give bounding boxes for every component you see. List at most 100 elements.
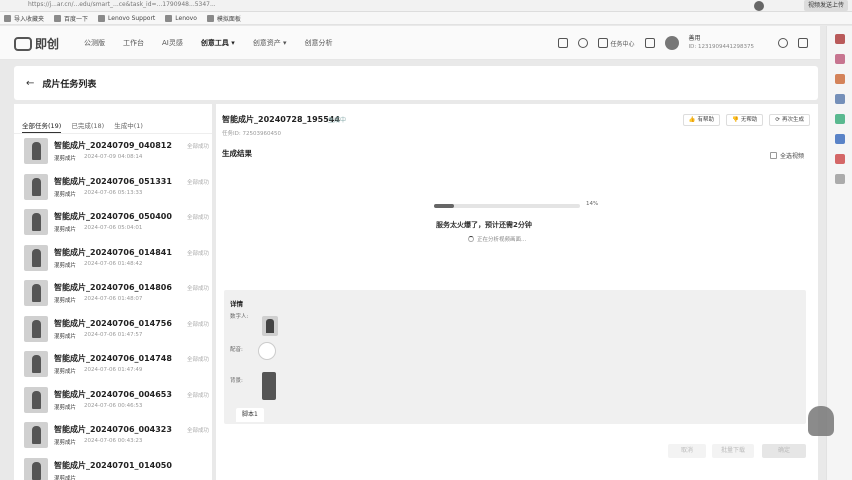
task-date: 2024-07-06 01:48:07 [84,296,143,302]
back-arrow-icon[interactable]: ← [26,78,34,89]
voiceover-icon[interactable] [258,342,276,360]
bookmark-item[interactable]: 导入收藏夹 [4,14,44,23]
task-type: 混剪成片 [54,262,77,269]
status-badge: 全部成功 [187,179,210,186]
list-item[interactable]: 智能成片_20240706_051331 混剪成片 2024-07-06 05:13… [24,173,210,202]
task-detail-panel: 智能成片_20240728_195544 生成中 任务ID: 725039604… [216,104,818,480]
extension-button[interactable]: 视频发送上传 [803,0,848,11]
avatar[interactable] [664,36,679,50]
bag-icon[interactable] [835,54,845,64]
grid-icon[interactable] [798,38,808,48]
task-center-button[interactable]: 任务中心 [597,38,635,48]
list-item[interactable]: 智能成片_20240706_004323 混剪成片 2024-07-06 00:43… [24,422,210,450]
nav-ai-inspiration[interactable]: AI灵感 [162,38,183,48]
task-name: 智能成片_20240706_014806 [54,283,172,292]
list-item[interactable]: 智能成片_20240701_014050 混剪成片 [24,457,210,480]
bookmark-item[interactable]: 模拟面板 [206,14,241,23]
user-info[interactable]: 善用 ID: 1231909441298375 [689,35,754,51]
task-id: 任务ID: 72503960450 [222,131,281,137]
url-bar[interactable]: https://j...ar.cn/...edu/smart_...ce&tas… [28,0,668,10]
tab-generating[interactable]: 生成中(1) [114,120,143,133]
nav-workbench[interactable]: 工作台 [123,38,144,48]
progress-message: 服务太火爆了，预计还需2分钟 [436,221,532,229]
list-item[interactable]: 智能成片_20240706_014748 混剪成片 2024-07-06 01:47… [24,351,210,379]
tab-script-1[interactable]: 脚本1 [236,408,264,422]
list-item[interactable]: 智能成片_20240709_040812 混剪成片 2024-07-09 04:08… [24,138,210,166]
list-item[interactable]: 智能成片_20240706_050400 混剪成片 2024-07-06 05:04… [24,209,210,237]
search-icon[interactable] [835,34,845,44]
thumbs-down-icon: 👎 [732,116,739,123]
task-name: 智能成片_20240706_014841 [54,247,172,257]
lenovo-icon [165,14,173,22]
regenerate-button[interactable]: ⟳ 再次生成 [769,114,810,126]
task-date: 2024-07-06 05:13:33 [84,189,143,196]
status-badge: 生成中 [328,117,347,124]
nav-creative-tools[interactable]: 创意工具 ▾ [201,38,235,48]
video-thumbnail [24,173,48,200]
office-icon[interactable] [835,154,845,164]
video-thumbnail [24,138,48,164]
bookmark-item[interactable]: 百度一下 [54,14,88,23]
page-header: ← 成片任务列表 [14,66,818,100]
cancel-button[interactable]: 取消 [668,444,706,458]
list-item[interactable]: 智能成片_20240706_014756 混剪成片 2024-07-06 01:47… [24,315,210,344]
video-thumbnail [24,457,48,480]
task-date: 2024-07-06 00:46:53 [84,402,143,409]
footer-actions: 取消 批量下载 确定 [216,438,818,466]
folder-icon [206,14,214,22]
extension-avatar-icon[interactable] [754,1,764,11]
tools-icon[interactable] [557,38,568,48]
person-icon[interactable] [835,94,845,104]
add-icon[interactable] [835,174,845,184]
task-date: 2024-07-06 01:47:57 [84,331,143,338]
list-item[interactable]: 智能成片_20240706_014841 混剪成片 2024-07-06 01:48… [24,244,210,273]
task-date: 2024-07-06 01:47:49 [84,367,143,373]
task-type: 混剪成片 [54,404,77,411]
confirm-button[interactable]: 确定 [762,444,806,458]
notification-icon[interactable] [644,38,655,48]
status-badge: 全部成功 [187,144,210,150]
bookmark-item[interactable]: Lenovo Support [98,14,155,22]
loading-spinner-icon [468,236,474,242]
tab-completed[interactable]: 已完成(18) [71,120,104,133]
task-center-icon [597,38,608,48]
task-date: 2024-07-06 00:43:23 [84,438,143,444]
games-icon[interactable] [835,114,845,124]
status-badge: 全部成功 [187,321,210,328]
bookmark-item[interactable]: Lenovo [165,14,197,22]
video-thumbnail [24,280,48,306]
app-logo[interactable]: 即创 [14,35,59,52]
nav-creative-analysis[interactable]: 创意分析 [305,38,333,48]
nav-creative-assets[interactable]: 创意资产 ▾ [253,38,287,48]
help-icon[interactable] [577,38,588,48]
outlook-icon[interactable] [835,134,845,144]
digital-human-thumbnail[interactable] [262,316,278,336]
toolbox-icon[interactable] [835,74,845,84]
bookmarks-bar: 导入收藏夹 百度一下 Lenovo Support Lenovo 模拟面板 [0,12,852,25]
batch-download-button[interactable]: 批量下载 [712,444,754,458]
unhelpful-button[interactable]: 👎 无帮助 [726,114,764,126]
task-tabs: 全部任务(19) 已完成(18) 生成中(1) [14,104,212,134]
list-item[interactable]: 智能成片_20240706_014806 混剪成片 2024-07-06 01:48… [24,280,210,308]
thumbs-up-icon: 👍 [688,116,696,123]
status-badge: 全部成功 [187,428,210,434]
baidu-icon [54,14,62,22]
settings-icon[interactable] [778,38,788,48]
task-type: 混剪成片 [54,191,77,198]
task-name: 智能成片_20240706_014756 [54,318,172,328]
task-name: 智能成片_20240701_014050 [54,460,172,470]
list-item[interactable]: 智能成片_20240706_004653 混剪成片 2024-07-06 00:46… [24,386,210,415]
tab-all[interactable]: 全部任务(19) [22,120,62,133]
select-all-videos[interactable]: 全选视频 [769,151,804,160]
assistant-mascot-icon[interactable] [808,406,834,436]
task-date: 2024-07-06 05:04:01 [84,225,143,231]
background-thumbnail[interactable] [262,372,276,400]
header-right: 任务中心 善用 ID: 1231909441298375 [557,26,808,60]
helpful-button[interactable]: 👍 有帮助 [682,114,720,126]
checkbox[interactable] [769,152,777,159]
lenovo-icon [98,14,106,22]
video-thumbnail [24,351,48,377]
page-title: 成片任务列表 [42,79,97,90]
refresh-icon: ⟳ [775,116,780,123]
task-date: 2024-07-06 01:48:42 [84,260,143,267]
